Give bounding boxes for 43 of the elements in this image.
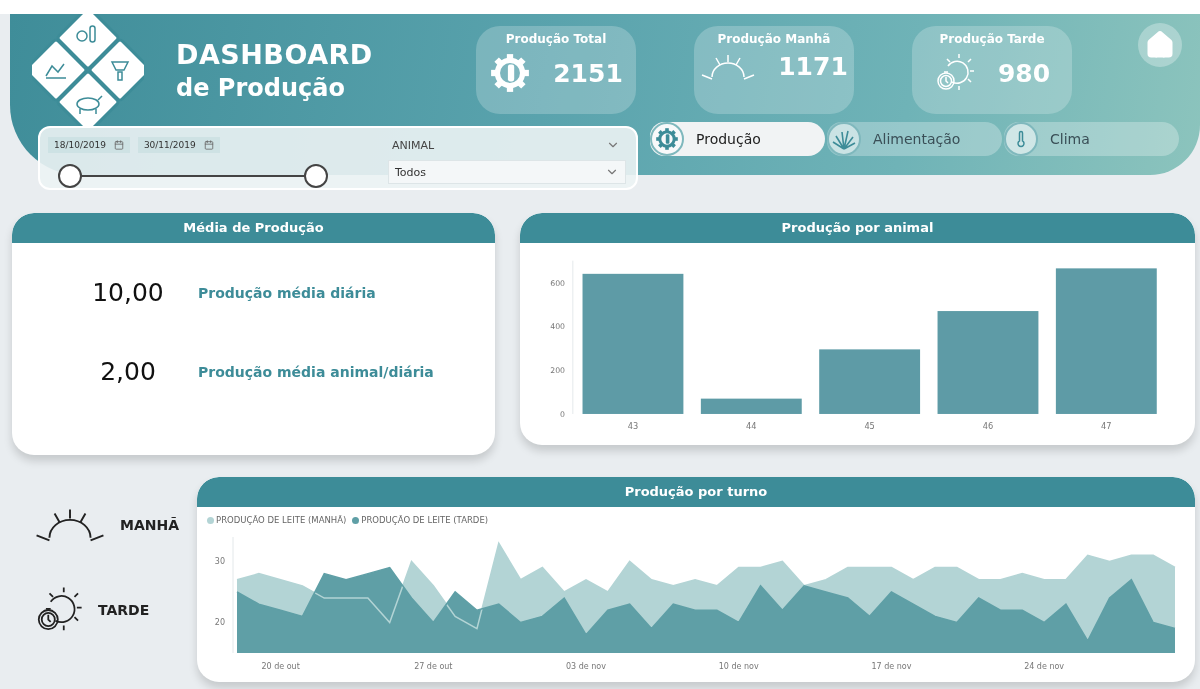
slicer-label: ANIMAL bbox=[392, 138, 435, 152]
average-label: Produção média animal/diária bbox=[198, 363, 434, 380]
axis-category-label: 46 bbox=[982, 421, 993, 432]
axis-category-label: 47 bbox=[1100, 421, 1112, 432]
axis-tick-label: 20 bbox=[214, 618, 225, 628]
axis-tick-label: 10 de nov bbox=[718, 662, 759, 671]
card-title: Produção por animal bbox=[520, 213, 1195, 243]
dashboard-subtitle: de Produção bbox=[176, 73, 346, 102]
axis-tick-label: 20 de out bbox=[261, 662, 300, 671]
axis-category-label: 45 bbox=[863, 421, 875, 432]
kpi-title: Produção Total bbox=[505, 32, 607, 46]
kpi-value: 2151 bbox=[553, 58, 623, 88]
date-field[interactable]: 18/10/2019 bbox=[48, 137, 130, 153]
nav-tab[interactable]: Clima bbox=[1004, 122, 1179, 156]
average-value: 10,00 bbox=[91, 278, 165, 307]
axis-tick-label: 400 bbox=[549, 322, 565, 332]
average-value: 2,00 bbox=[99, 357, 157, 386]
kpi-title: Produção Manhã bbox=[717, 32, 831, 46]
axis-tick-label: 200 bbox=[549, 366, 565, 376]
axis-tick-label: 27 de out bbox=[414, 662, 453, 671]
date-field[interactable]: 30/11/2019 bbox=[137, 137, 220, 153]
dashboard-title: DASHBOARD bbox=[176, 38, 374, 70]
average-label: Produção média diária bbox=[198, 284, 376, 301]
card-title: Produção por turno bbox=[197, 477, 1195, 507]
axis-tick-label: 30 bbox=[214, 557, 225, 567]
axis-category-label: 43 bbox=[627, 421, 638, 432]
axis-tick-label: 03 de nov bbox=[566, 662, 606, 671]
nav-tab[interactable]: Alimentação bbox=[827, 122, 1002, 156]
axis-category-label: 44 bbox=[745, 421, 757, 432]
axis-tick-label: 0 bbox=[559, 409, 565, 419]
kpi-title: Produção Tarde bbox=[939, 32, 1045, 46]
axis-tick-label: 17 de nov bbox=[871, 662, 912, 671]
axis-tick-label: 24 de nov bbox=[1024, 662, 1065, 671]
nav-tab[interactable]: Produção bbox=[650, 122, 825, 156]
kpi-value: 1171 bbox=[778, 52, 848, 81]
axis-tick-label: 600 bbox=[549, 278, 565, 288]
shift-label: TARDE bbox=[98, 602, 150, 618]
legend-label: PRODUÇÃO DE LEITE (MANHÃ) bbox=[216, 515, 347, 525]
animal-dropdown[interactable]: Todos bbox=[388, 160, 626, 184]
shift-label: MANHÃ bbox=[120, 517, 180, 533]
kpi-value: 980 bbox=[997, 58, 1051, 88]
legend-label: PRODUÇÃO DE LEITE (TARDE) bbox=[361, 515, 489, 525]
card-title: Média de Produção bbox=[12, 213, 495, 243]
